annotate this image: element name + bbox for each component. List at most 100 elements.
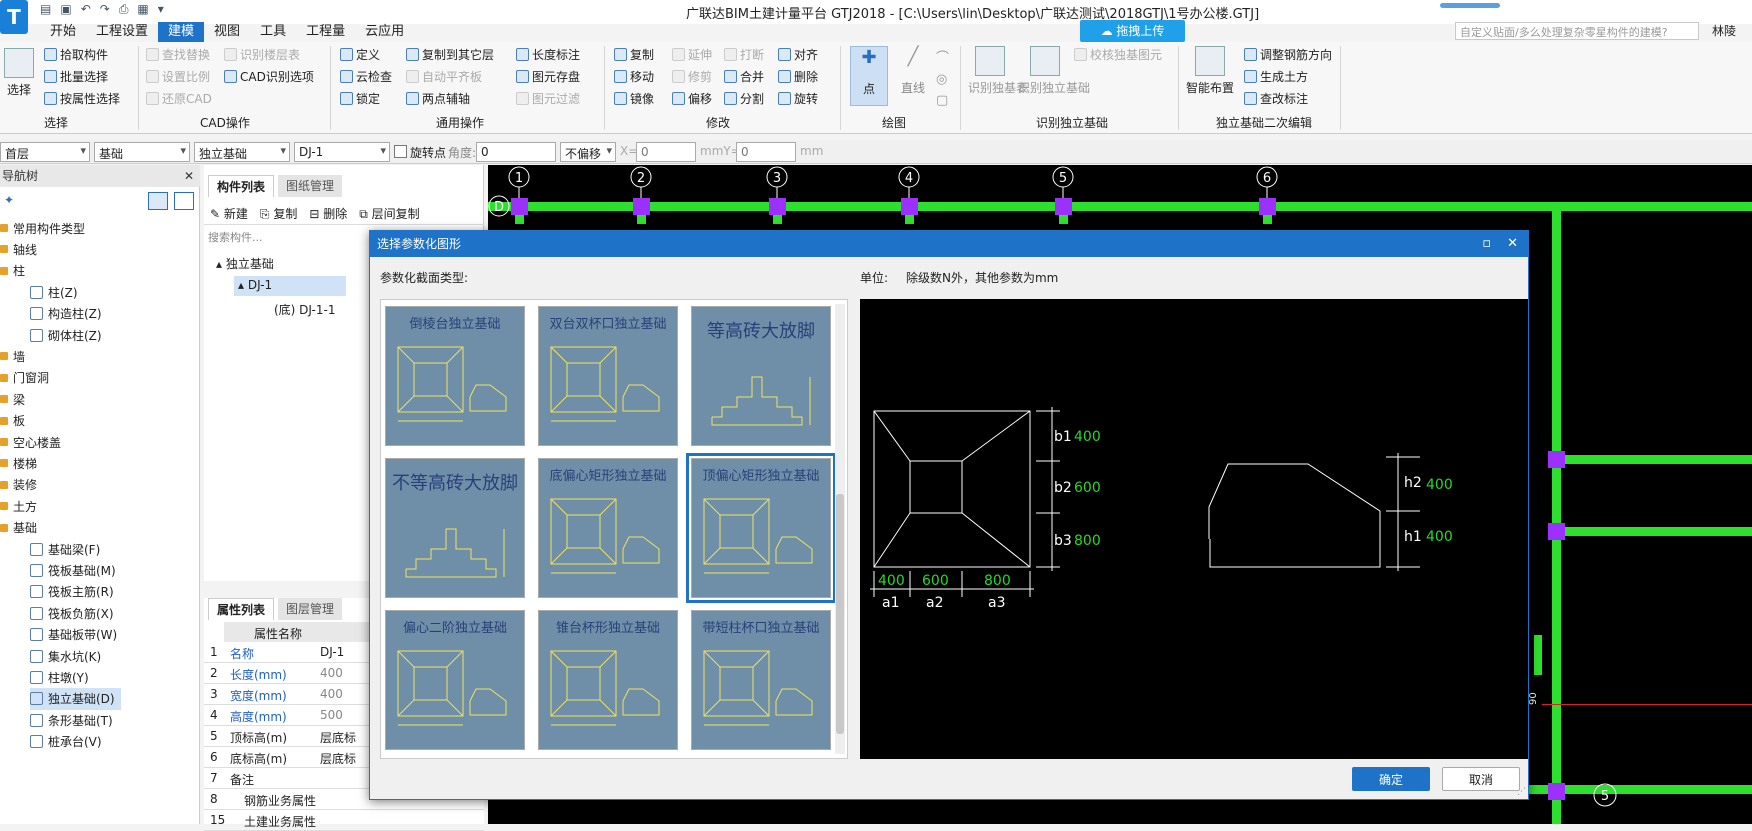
undo-icon[interactable]: ↶ — [81, 2, 91, 17]
maximize-icon[interactable]: ▫ — [1482, 231, 1491, 257]
customize-icon[interactable]: ▾ — [158, 2, 164, 17]
beam-right-1[interactable] — [1548, 455, 1752, 464]
select-by-property-button[interactable]: 按属性选择 — [44, 88, 120, 108]
move-button[interactable]: 移动 — [614, 66, 654, 86]
cloud-check-button[interactable]: 云检查 — [340, 66, 392, 86]
nav-item[interactable]: 基础 — [0, 517, 43, 539]
grid-icon[interactable]: ▦ — [137, 2, 148, 17]
foundation-node[interactable] — [901, 198, 918, 215]
batch-select-button[interactable]: 批量选择 — [44, 66, 108, 86]
scrollbar-thumb[interactable] — [836, 494, 844, 734]
foundation-node[interactable] — [1548, 451, 1565, 468]
shape-option[interactable]: 带短柱杯口独立基础 — [691, 610, 831, 750]
check-annotation-button[interactable]: 查改标注 — [1244, 88, 1308, 108]
nav-item[interactable]: 墙 — [0, 345, 31, 367]
save-element-button[interactable]: 图元存盘 — [516, 66, 580, 86]
tree-node-dj1[interactable]: ▴ DJ-1 — [234, 276, 346, 296]
tree-node-foundation[interactable]: ▴ 独立基础 — [216, 255, 274, 272]
save-icon[interactable]: ▣ — [60, 2, 71, 17]
ok-button[interactable]: 确定 — [1352, 767, 1430, 791]
add-icon[interactable]: ✦ — [4, 193, 14, 207]
cancel-button[interactable]: 取消 — [1442, 767, 1520, 791]
foundation-node[interactable] — [1259, 198, 1276, 215]
nav-item[interactable]: 砌体柱(Z) — [30, 324, 108, 346]
define-button[interactable]: 定义 — [340, 44, 380, 64]
beam-right-2[interactable] — [1548, 527, 1752, 536]
nav-item[interactable]: 常用构件类型 — [0, 217, 91, 239]
nav-item[interactable]: 构造柱(Z) — [30, 303, 108, 325]
scrollbar[interactable] — [835, 304, 845, 754]
tab-property-list[interactable]: 属性列表 — [208, 598, 275, 620]
delete-button[interactable]: 删除 — [778, 66, 818, 86]
shape-option[interactable]: 底偏心矩形独立基础 — [538, 458, 678, 598]
identify-table-button[interactable]: 识别独基表 — [968, 46, 1028, 96]
property-row[interactable]: 15 土建业务属性 — [204, 810, 484, 831]
cad-options-button[interactable]: CAD识别选项 — [224, 66, 314, 86]
tile-view-icon[interactable] — [174, 192, 194, 210]
copy-between-floors-button[interactable]: ⧉ 层间复制 — [359, 205, 419, 221]
merge-button[interactable]: 合并 — [724, 66, 764, 86]
select-button[interactable]: 选择 — [4, 48, 34, 98]
foundation-node[interactable] — [633, 198, 650, 215]
shape-option[interactable]: 不等高砖大放脚 — [385, 458, 525, 598]
auto-level-slab-button[interactable]: 自动平齐板 — [406, 66, 482, 86]
two-point-axis-button[interactable]: 两点辅轴 — [406, 88, 470, 108]
element-filter-button[interactable]: 图元过滤 — [516, 88, 580, 108]
redo-icon[interactable]: ↷ — [100, 2, 110, 17]
nav-item[interactable]: 筏板负筋(X) — [30, 602, 120, 624]
resize-grip-icon[interactable]: ⋰ — [1517, 787, 1526, 797]
app-logo[interactable]: T — [0, 0, 28, 34]
generate-earthwork-button[interactable]: 生成土方 — [1244, 66, 1308, 86]
tab-drawing-management[interactable]: 图纸管理 — [278, 175, 343, 197]
y-input[interactable]: 0 — [736, 142, 796, 162]
break-button[interactable]: 打断 — [724, 44, 764, 64]
nav-item[interactable]: 桩承台(V) — [30, 731, 108, 753]
nav-item[interactable]: 楼梯 — [0, 452, 43, 474]
nav-item[interactable]: 柱墩(Y) — [30, 666, 95, 688]
nav-item[interactable]: 集水坑(K) — [30, 645, 107, 667]
nav-item[interactable]: 装修 — [0, 474, 43, 496]
check-elements-button[interactable]: 校核独基图元 — [1074, 44, 1162, 64]
tree-node-dj1-1[interactable]: (底) DJ-1-1 — [274, 301, 335, 318]
foundation-node[interactable] — [1548, 523, 1565, 540]
shape-option[interactable]: 偏心二阶独立基础 — [385, 610, 525, 750]
close-icon[interactable]: ✕ — [184, 165, 194, 187]
rotate-button[interactable]: 旋转 — [778, 88, 818, 108]
foundation-node[interactable] — [511, 198, 528, 215]
beam-d[interactable] — [488, 202, 1752, 211]
mirror-button[interactable]: 镜像 — [614, 88, 654, 108]
beam-axis-6[interactable] — [1552, 205, 1561, 824]
tab-layer-management[interactable]: 图层管理 — [278, 598, 343, 620]
new-button[interactable]: ✎ 新建 — [210, 205, 248, 221]
lock-button[interactable]: 锁定 — [340, 88, 380, 108]
open-icon[interactable]: ▤ — [40, 2, 51, 17]
tab-modeling[interactable]: 建模 — [158, 22, 205, 42]
nav-item[interactable]: 板 — [0, 410, 31, 432]
draw-line-button[interactable]: ╱ 直线 — [894, 46, 932, 96]
shape-option[interactable]: 双台双杯口独立基础 — [538, 306, 678, 446]
adjust-rebar-button[interactable]: 调整钢筋方向 — [1244, 44, 1332, 64]
user-name[interactable]: 林陵 — [1712, 22, 1736, 39]
nav-item[interactable]: 柱 — [0, 260, 31, 282]
nav-item[interactable]: 独立基础(D) — [30, 687, 121, 710]
delete-component-button[interactable]: ⊟ 删除 — [309, 205, 347, 221]
shape-option[interactable]: 等高砖大放脚 — [691, 306, 831, 446]
nav-item[interactable]: 土方 — [0, 495, 43, 517]
foundation-node[interactable] — [1055, 198, 1072, 215]
smart-layout-button[interactable]: 智能布置 — [1186, 46, 1234, 96]
tab-quantity[interactable]: 工程量 — [296, 22, 355, 42]
floor-select[interactable]: 首层 — [0, 142, 90, 162]
nav-item[interactable]: 柱(Z) — [30, 281, 84, 303]
angle-input[interactable]: 0 — [476, 142, 556, 162]
tab-view[interactable]: 视图 — [204, 22, 250, 42]
arc-icons[interactable]: ⌒ ◎ ▢ — [936, 48, 949, 111]
restore-cad-button[interactable]: 还原CAD — [146, 88, 212, 108]
foundation-node[interactable] — [769, 198, 786, 215]
split-button[interactable]: 分割 — [724, 88, 764, 108]
draw-point-button[interactable]: ✚ 点 — [850, 46, 888, 106]
search-input[interactable]: 自定义贴面/多么处理复杂零星构件的建模? — [1455, 22, 1699, 40]
align-button[interactable]: 对齐 — [778, 44, 818, 64]
beam-stub[interactable] — [1534, 635, 1542, 675]
component-select[interactable]: DJ-1 — [294, 142, 390, 162]
shape-option[interactable]: 倒棱台独立基础 — [385, 306, 525, 446]
